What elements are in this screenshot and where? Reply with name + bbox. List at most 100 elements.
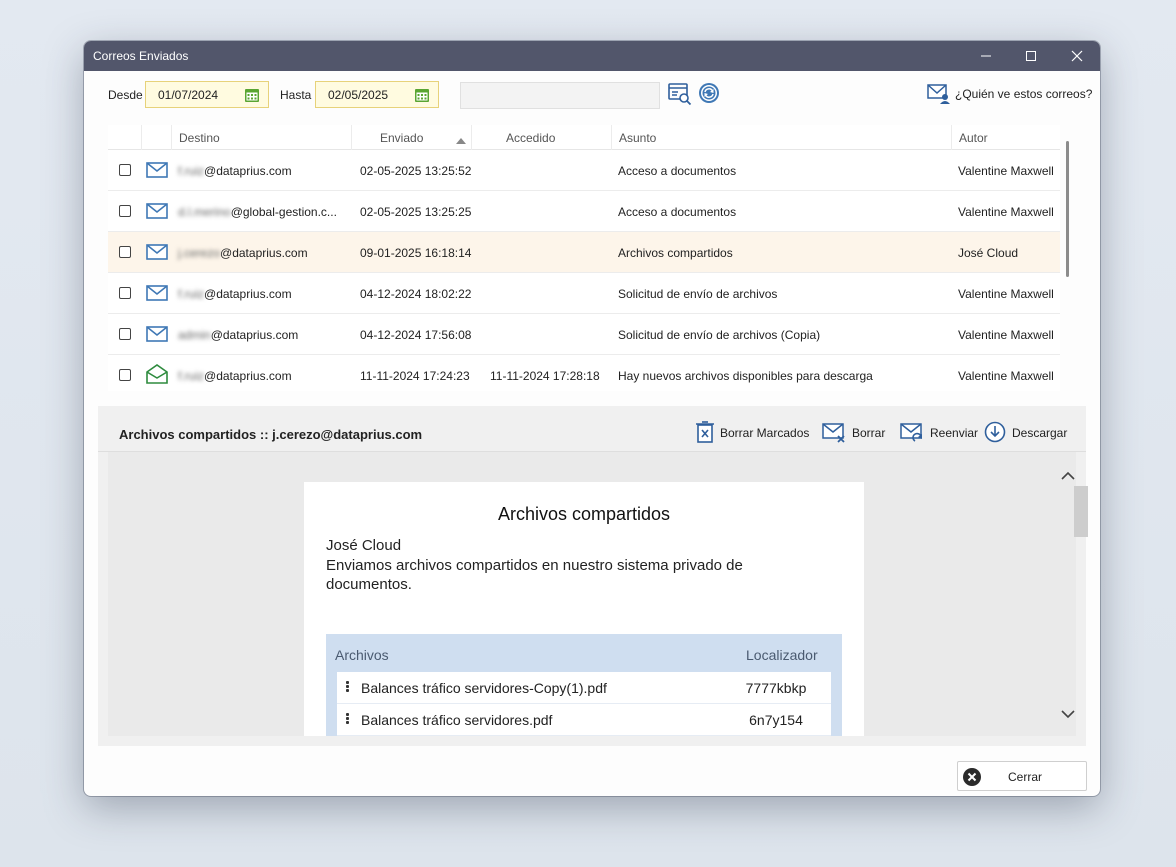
table-row[interactable]: admin@dataprius.com 04-12-2024 17:56:08 … <box>108 314 1060 355</box>
file-name: Balances tráfico servidores.pdf <box>361 712 553 728</box>
download-button[interactable]: Descargar <box>984 420 1067 446</box>
maximize-button[interactable] <box>1008 41 1054 71</box>
files-table: Archivos Localizador Balances tráfico se… <box>326 634 842 736</box>
drag-handle-icon[interactable] <box>346 681 350 693</box>
file-row[interactable]: Balances tráfico servidores-Copy(1).pdf … <box>337 672 831 704</box>
recipient-domain: @dataprius.com <box>210 328 299 342</box>
close-button-label: Cerrar <box>1008 770 1043 784</box>
table-row[interactable]: f.ruiz@dataprius.com 11-11-2024 17:24:23… <box>108 355 1060 391</box>
to-date-value: 02/05/2025 <box>328 88 389 102</box>
file-locator: 6n7y154 <box>749 712 803 728</box>
recipient-name: f.ruiz <box>178 287 205 301</box>
file-locator: 7777kbkp <box>745 680 807 696</box>
email-content: Archivos compartidos José Cloud Enviamos… <box>304 482 864 736</box>
recipient-domain: @global-gestion.c... <box>230 205 337 219</box>
email-preview-panel: Archivos compartidos :: j.cerezo@datapri… <box>98 406 1088 746</box>
recipient-name: f.ruiz <box>178 164 205 178</box>
delete-label: Borrar <box>852 426 886 440</box>
download-icon <box>984 421 1012 446</box>
preview-header: Archivos compartidos :: j.cerezo@datapri… <box>98 406 1086 452</box>
drag-handle-icon[interactable] <box>346 713 350 725</box>
subject: Archivos compartidos <box>618 246 733 260</box>
refresh-icon[interactable] <box>698 82 720 109</box>
subject: Acceso a documentos <box>618 205 737 219</box>
row-checkbox[interactable] <box>119 164 131 176</box>
recipient-domain: @dataprius.com <box>220 246 308 260</box>
recipient-name: admin <box>178 328 211 342</box>
sent-emails-table: Destino Enviado Accedido Asunto Autor f.… <box>108 125 1060 391</box>
recipient-domain: @dataprius.com <box>204 287 292 301</box>
delete-marked-button[interactable]: Borrar Marcados <box>696 420 809 446</box>
column-accedido[interactable]: Accedido <box>472 125 612 150</box>
column-destino[interactable]: Destino <box>172 125 352 150</box>
row-checkbox[interactable] <box>119 205 131 217</box>
recipient-name: d.l.merino <box>178 205 231 219</box>
chevron-down-icon[interactable] <box>1061 706 1075 724</box>
resend-button[interactable]: Reenviar <box>900 420 978 446</box>
search-input[interactable] <box>460 82 660 109</box>
to-date-field[interactable]: 02/05/2025 <box>315 81 439 108</box>
table-row-selected[interactable]: j.cerezo@dataprius.com 09-01-2025 16:18:… <box>108 232 1060 273</box>
column-enviado[interactable]: Enviado <box>352 125 472 150</box>
delete-button[interactable]: Borrar <box>822 420 885 446</box>
mail-open-icon <box>146 364 168 387</box>
author: Valentine Maxwell <box>958 164 1054 178</box>
preview-scroll-thumb[interactable] <box>1074 486 1088 537</box>
search-list-icon[interactable] <box>668 82 692 111</box>
file-row[interactable]: Balances tráfico servidores.pdf 6n7y154 <box>337 704 831 736</box>
from-date-field[interactable]: 01/07/2024 <box>145 81 269 108</box>
table-header: Destino Enviado Accedido Asunto Autor <box>108 125 1060 150</box>
preview-body: Archivos compartidos José Cloud Enviamos… <box>108 452 1076 736</box>
locator-column-header: Localizador <box>746 647 818 663</box>
trash-icon <box>696 420 720 446</box>
close-circle-icon <box>962 767 982 790</box>
row-checkbox[interactable] <box>119 246 131 258</box>
mail-closed-icon <box>146 285 168 304</box>
from-date-value: 01/07/2024 <box>158 88 219 102</box>
mail-user-icon <box>927 82 951 107</box>
header-checkbox-column <box>108 125 142 150</box>
accessed-date: 11-11-2024 17:28:18 <box>490 369 600 383</box>
table-row[interactable]: f.ruiz@dataprius.com 02-05-2025 13:25:52… <box>108 150 1060 191</box>
chevron-up-icon[interactable] <box>1061 468 1075 486</box>
subject: Hay nuevos archivos disponibles para des… <box>618 369 873 383</box>
subject: Solicitud de envío de archivos <box>618 287 778 301</box>
who-sees-emails-link[interactable]: ¿Quién ve estos correos? <box>927 82 1092 106</box>
table-scrollbar[interactable] <box>1066 141 1069 277</box>
email-title: Archivos compartidos <box>497 504 671 524</box>
row-checkbox[interactable] <box>119 287 131 299</box>
mail-resend-icon <box>900 421 930 446</box>
minimize-button[interactable] <box>963 41 1009 71</box>
column-autor[interactable]: Autor <box>952 125 1060 150</box>
row-checkbox[interactable] <box>119 328 131 340</box>
column-enviado-label: Enviado <box>380 131 424 145</box>
calendar-icon[interactable] <box>244 87 260 106</box>
row-checkbox[interactable] <box>119 369 131 381</box>
close-button[interactable]: Cerrar <box>957 761 1087 791</box>
mail-closed-icon <box>146 203 168 222</box>
sort-ascending-icon <box>456 134 466 148</box>
preview-title: Archivos compartidos :: j.cerezo@datapri… <box>119 427 423 442</box>
who-sees-label: ¿Quién ve estos correos? <box>955 87 1093 101</box>
recipient-name: f.ruiz <box>178 369 205 383</box>
column-asunto[interactable]: Asunto <box>612 125 952 150</box>
table-row[interactable]: d.l.merino@global-gestion.c... 02-05-202… <box>108 191 1060 232</box>
title-bar: Correos Enviados <box>84 41 1100 71</box>
sent-emails-window: Correos Enviados Desde 01/07/2024 Hasta … <box>84 41 1100 796</box>
recipient-domain: @dataprius.com <box>204 369 292 383</box>
sent-date: 02-05-2025 13:25:25 <box>360 205 472 219</box>
to-label: Hasta <box>280 88 312 102</box>
email-sender: José Cloud <box>326 537 402 554</box>
author: Valentine Maxwell <box>958 205 1054 219</box>
author: Valentine Maxwell <box>958 287 1054 301</box>
recipient-name: j.cerezo <box>178 246 221 260</box>
close-window-button[interactable] <box>1054 41 1100 71</box>
calendar-icon[interactable] <box>414 87 430 106</box>
download-label: Descargar <box>1012 426 1068 440</box>
files-column-header: Archivos <box>335 647 389 663</box>
mail-closed-icon <box>146 162 168 181</box>
from-label: Desde <box>108 88 143 102</box>
resend-label: Reenviar <box>930 426 979 440</box>
table-row[interactable]: f.ruiz@dataprius.com 04-12-2024 18:02:22… <box>108 273 1060 314</box>
subject: Solicitud de envío de archivos (Copia) <box>618 328 821 342</box>
